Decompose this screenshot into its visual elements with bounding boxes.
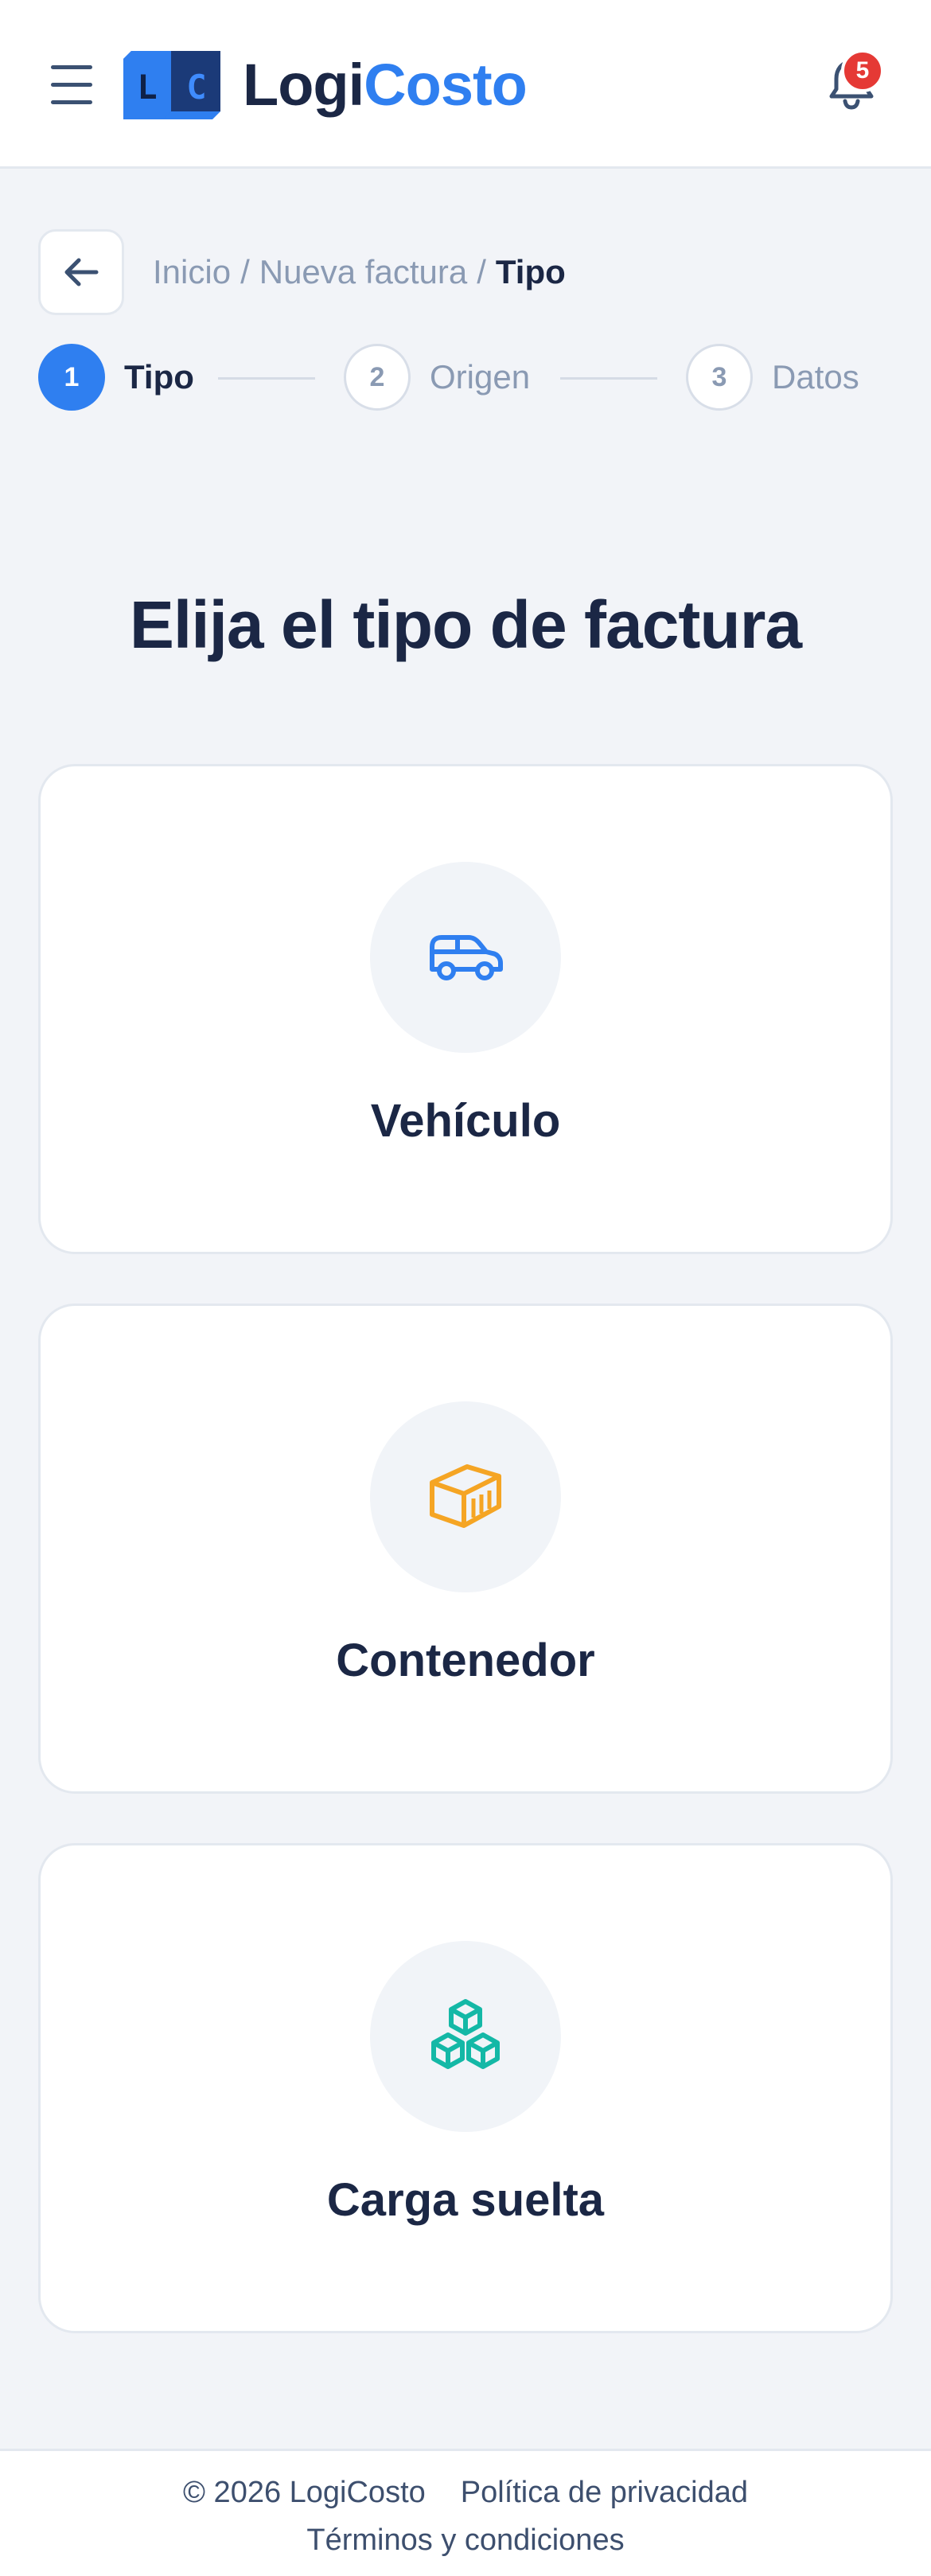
icon-circle xyxy=(370,862,561,1053)
step-2-label: Origen xyxy=(430,358,531,396)
option-label: Vehículo xyxy=(370,1095,561,1147)
brand-part-2: Costo xyxy=(364,52,528,118)
option-label: Contenedor xyxy=(336,1635,595,1686)
step-connector xyxy=(218,377,315,380)
step-connector xyxy=(560,377,657,380)
brand-name[interactable]: LogiCosto xyxy=(243,49,528,121)
terms-link[interactable]: Términos y condiciones xyxy=(306,2523,624,2557)
step-1-label: Tipo xyxy=(124,358,194,396)
car-icon xyxy=(430,935,503,980)
arrow-left-icon xyxy=(64,258,99,286)
breadcrumb-separator: / xyxy=(477,253,486,290)
breadcrumb-separator: / xyxy=(240,253,250,290)
breadcrumb-new-invoice[interactable]: Nueva factura xyxy=(259,253,467,290)
notification-badge: 5 xyxy=(841,49,884,92)
back-button[interactable] xyxy=(38,229,124,315)
step-3-number: 3 xyxy=(686,344,753,411)
icon-circle xyxy=(370,1401,561,1592)
page-title: Elija el tipo de factura xyxy=(129,587,802,662)
breadcrumb-current: Tipo xyxy=(495,253,566,290)
svg-text:C: C xyxy=(186,68,206,107)
option-label: Carga suelta xyxy=(326,2174,605,2226)
hamburger-menu-icon[interactable] xyxy=(46,62,99,108)
privacy-policy-link[interactable]: Política de privacidad xyxy=(461,2476,748,2509)
option-card-vehicle[interactable]: Vehículo xyxy=(38,764,893,1254)
step-2-number: 2 xyxy=(344,344,411,411)
breadcrumb-home[interactable]: Inicio xyxy=(153,253,231,290)
container-icon xyxy=(430,1464,501,1528)
option-card-container[interactable]: Contenedor xyxy=(38,1304,893,1794)
logo-icon: L C xyxy=(123,51,220,119)
brand-part-1: Logi xyxy=(243,52,364,118)
boxes-icon xyxy=(431,1999,500,2069)
copyright-text: © 2026 LogiCosto xyxy=(183,2476,426,2509)
top-header: L C LogiCosto 5 xyxy=(0,0,931,169)
option-card-loose-cargo[interactable]: Carga suelta xyxy=(38,1843,893,2333)
step-3-label: Datos xyxy=(772,358,859,396)
footer: © 2026 LogiCosto Política de privacidad T… xyxy=(0,2449,931,2576)
logo-letter-l: L xyxy=(137,68,157,107)
step-1-number: 1 xyxy=(38,344,105,411)
breadcrumb: Inicio / Nueva factura / Tipo xyxy=(153,248,566,296)
icon-circle xyxy=(370,1941,561,2132)
